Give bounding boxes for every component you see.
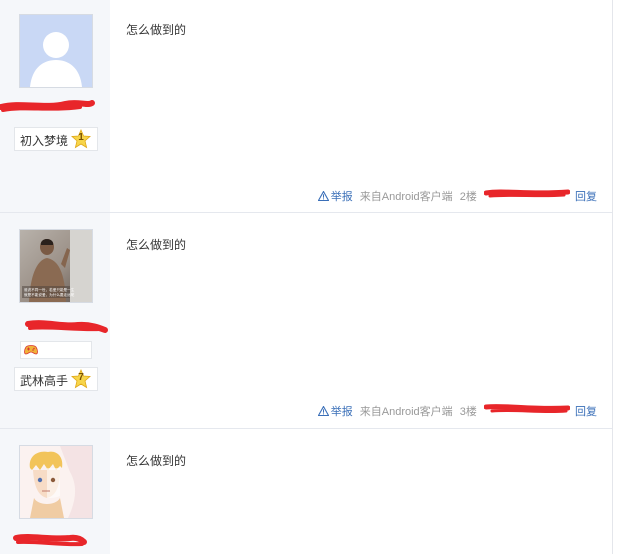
game-badge[interactable]: [20, 341, 92, 359]
avatar-photo: 谁说不同一世，若爱只能是一生 就是不能说爱，为什么要走远呢: [20, 230, 92, 302]
person-silhouette-icon: [20, 15, 92, 87]
level-title: 武林高手: [20, 374, 69, 388]
post-tail: 举报 来自Android客户端 3楼 回复: [317, 402, 597, 419]
level-number: 1: [78, 132, 84, 143]
avatar-anime-illustration: [20, 446, 92, 518]
avatar[interactable]: [19, 14, 93, 88]
post-floor-4: 怎么做到的: [0, 429, 612, 554]
warning-triangle-icon: [317, 191, 329, 202]
report-link[interactable]: 举报: [317, 403, 353, 419]
source-client: 来自Android客户端: [359, 191, 453, 204]
reply-link[interactable]: 回复: [575, 403, 597, 419]
timestamp-redaction: [483, 404, 571, 414]
username-redacted[interactable]: [0, 98, 100, 114]
post-floor-3: 谁说不同一世，若爱只能是一生 就是不能说爱，为什么要走远呢 武林高手 7 怎么做…: [0, 213, 612, 429]
avatar[interactable]: 谁说不同一世，若爱只能是一生 就是不能说爱，为什么要走远呢: [19, 229, 93, 303]
post-content: 怎么做到的: [126, 454, 187, 468]
level-badge[interactable]: 武林高手 7: [14, 367, 98, 391]
report-link[interactable]: 举报: [317, 188, 353, 204]
warning-triangle-icon: [317, 406, 329, 417]
username-redacted[interactable]: [0, 318, 110, 334]
post-content: 怎么做到的: [126, 238, 187, 252]
report-label: 举报: [330, 191, 353, 204]
level-title: 初入梦境: [20, 134, 69, 148]
floor-number: 2楼: [459, 191, 477, 204]
photo-caption-2: 就是不能说爱，为什么要走远呢: [24, 292, 75, 297]
redaction-scribble: [25, 320, 108, 333]
avatar[interactable]: [19, 445, 93, 519]
timestamp-redaction: [483, 189, 571, 198]
photo-caption-1: 谁说不同一世，若爱只能是一生: [24, 287, 75, 292]
report-label: 举报: [330, 406, 353, 419]
level-number: 7: [78, 372, 84, 383]
level-badge[interactable]: 初入梦境 1: [14, 127, 98, 151]
thread-post-list: 初入梦境 1 怎么做到的 举报 来自Android客户端 2楼 回复 谁说不同一…: [0, 0, 612, 554]
gamepad-icon: [24, 345, 38, 355]
username-redacted[interactable]: [0, 532, 90, 548]
post-floor-2: 初入梦境 1 怎么做到的 举报 来自Android客户端 2楼 回复: [0, 0, 612, 213]
post-content: 怎么做到的: [126, 23, 187, 37]
source-client: 来自Android客户端: [359, 406, 453, 419]
redaction-scribble: [0, 100, 95, 112]
page-right-border: [612, 0, 613, 554]
floor-number: 3楼: [459, 406, 477, 419]
redaction-scribble: [13, 534, 87, 547]
post-tail: 举报 来自Android客户端 2楼 回复: [317, 187, 597, 204]
reply-link[interactable]: 回复: [575, 188, 597, 204]
